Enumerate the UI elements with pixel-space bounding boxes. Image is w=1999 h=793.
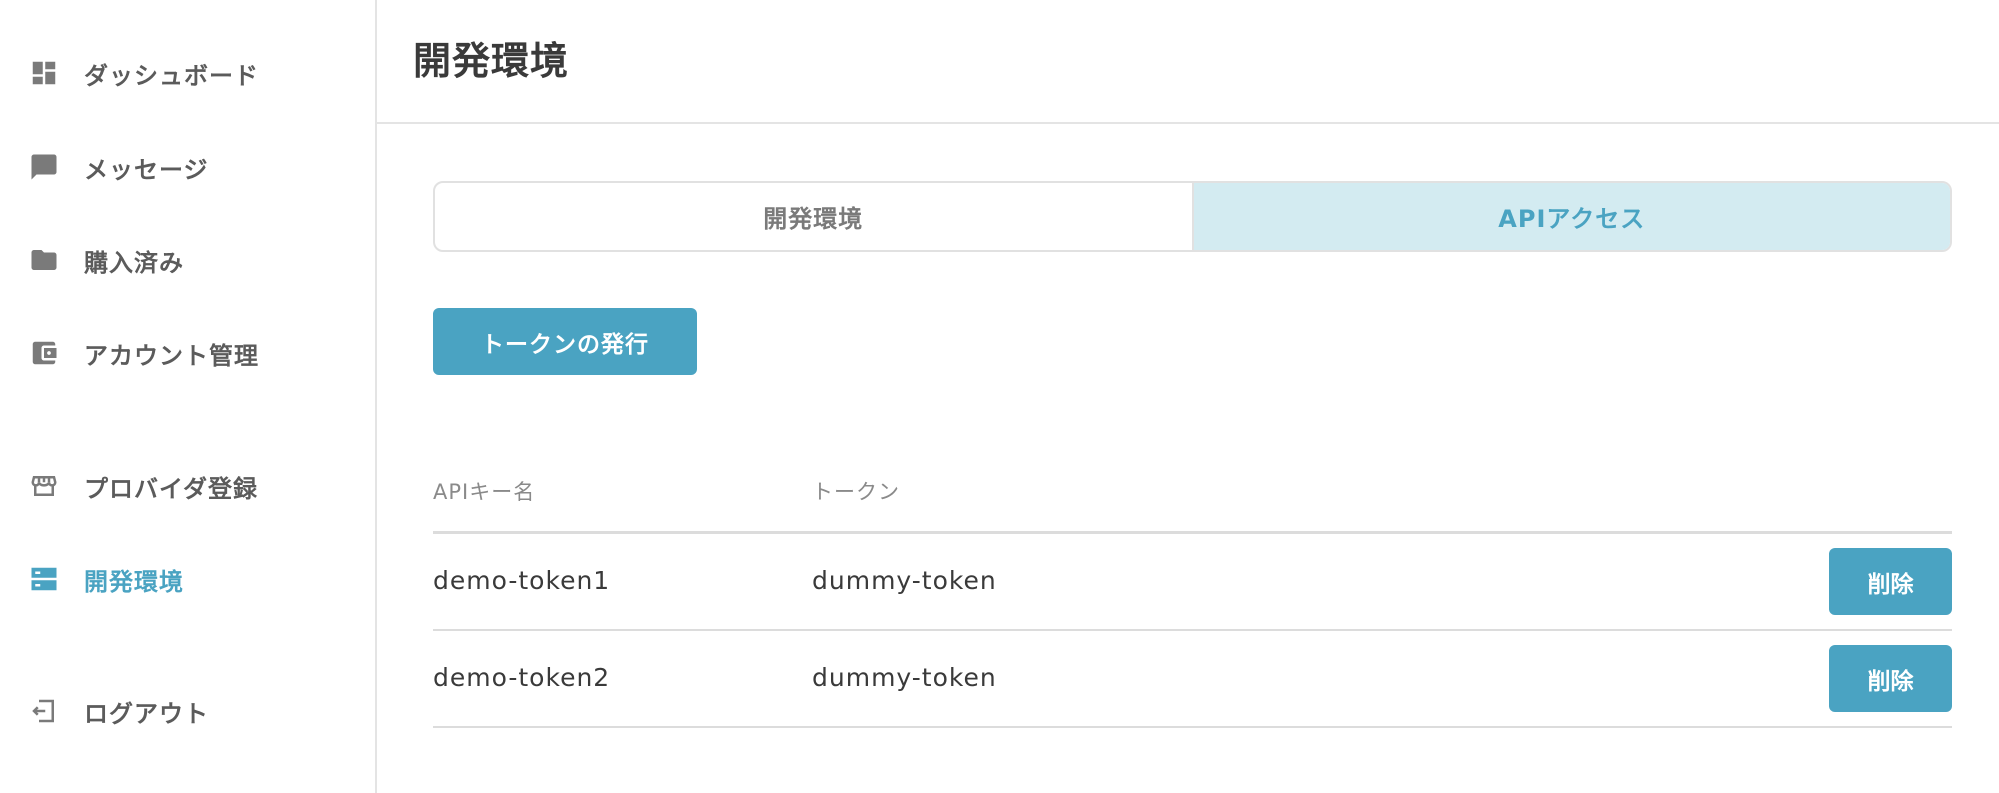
api-key-name: demo-token1 xyxy=(433,566,611,595)
token-value: dummy-token xyxy=(812,566,997,595)
dashboard-icon xyxy=(28,57,60,89)
page-header: 開発環境 xyxy=(377,0,1999,124)
sidebar-item-label: アカウント管理 xyxy=(84,341,259,370)
sidebar-item-label: 購入済み xyxy=(84,248,184,277)
token-table: APIキー名 トークン demo-token1 dummy-token 削除 d… xyxy=(433,462,1952,728)
store-icon xyxy=(28,470,60,502)
sidebar-item-dashboard[interactable]: ダッシュボード xyxy=(28,53,259,93)
page-title: 開発環境 xyxy=(413,39,570,83)
sidebar: ダッシュボード メッセージ 購入済み アカウント管理 プロバイダ登録 開発環境 … xyxy=(0,0,377,793)
tab-api-access[interactable]: APIアクセス xyxy=(1191,183,1950,250)
logout-icon xyxy=(28,695,60,727)
app-root: ダッシュボード メッセージ 購入済み アカウント管理 プロバイダ登録 開発環境 … xyxy=(0,0,1999,793)
column-header-api-key-name: APIキー名 xyxy=(433,480,536,504)
sidebar-item-label: メッセージ xyxy=(84,155,209,184)
sidebar-item-label: プロバイダ登録 xyxy=(84,474,259,503)
sidebar-item-label: 開発環境 xyxy=(84,567,184,596)
sidebar-item-provider[interactable]: プロバイダ登録 xyxy=(28,466,258,506)
sidebar-item-label: ダッシュボード xyxy=(84,61,259,90)
delete-button[interactable]: 削除 xyxy=(1829,645,1952,712)
token-value: dummy-token xyxy=(812,663,997,692)
sidebar-item-label: ログアウト xyxy=(84,699,209,728)
api-key-name: demo-token2 xyxy=(433,663,611,692)
sidebar-item-account[interactable]: アカウント管理 xyxy=(28,333,259,373)
folder-icon xyxy=(28,244,60,276)
tab-bar: 開発環境 APIアクセス xyxy=(433,181,1952,252)
delete-button[interactable]: 削除 xyxy=(1829,548,1952,615)
server-icon xyxy=(28,563,60,595)
wallet-icon xyxy=(28,337,60,369)
table-row: demo-token1 dummy-token 削除 xyxy=(433,534,1952,631)
sidebar-item-purchased[interactable]: 購入済み xyxy=(28,240,184,280)
table-header: APIキー名 トークン xyxy=(433,462,1952,534)
table-row: demo-token2 dummy-token 削除 xyxy=(433,631,1952,728)
sidebar-item-logout[interactable]: ログアウト xyxy=(28,691,209,731)
message-icon xyxy=(28,151,60,183)
main-content: 開発環境 開発環境 APIアクセス トークンの発行 APIキー名 トークン de… xyxy=(377,0,1999,793)
tab-dev-env[interactable]: 開発環境 xyxy=(435,183,1192,250)
column-header-token: トークン xyxy=(812,480,900,504)
sidebar-item-messages[interactable]: メッセージ xyxy=(28,147,209,187)
issue-token-button[interactable]: トークンの発行 xyxy=(433,308,697,375)
sidebar-item-dev-env[interactable]: 開発環境 xyxy=(28,559,184,599)
